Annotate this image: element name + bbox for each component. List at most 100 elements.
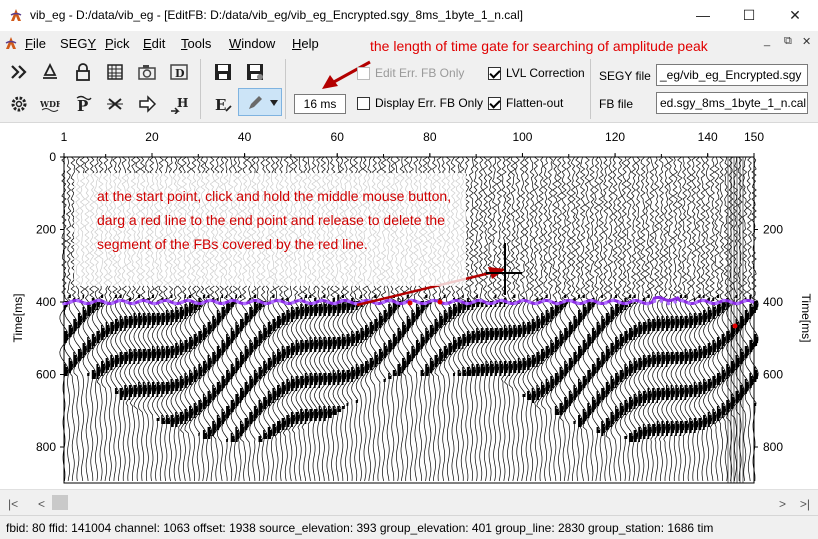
- fb-pick-marker: [666, 301, 671, 306]
- fb-pick-marker: [83, 301, 87, 306]
- fb-pick-marker: [235, 299, 240, 304]
- menu-edit[interactable]: Edit: [143, 36, 165, 51]
- fb-pick-marker: [680, 298, 685, 303]
- gear-icon: [11, 96, 27, 112]
- mdi-minimize-button[interactable]: _: [764, 35, 770, 47]
- minimize-button[interactable]: —: [680, 0, 726, 31]
- fb-pick-marker: [117, 298, 122, 303]
- fb-pick-marker: [492, 300, 497, 305]
- mdi-restore-button[interactable]: ⧉: [784, 35, 792, 48]
- scroll-to-end-button[interactable]: >|: [800, 497, 810, 511]
- maximize-button[interactable]: ☐: [726, 0, 772, 31]
- fb-pick-marker: [187, 298, 191, 303]
- fb-pick-marker: [645, 301, 650, 306]
- lvl-correction-checkbox[interactable]: LVL Correction: [488, 66, 585, 80]
- fb-pick-marker: [520, 298, 525, 303]
- fb-pick-marker: [96, 298, 101, 303]
- y-tick-label-right: 200: [763, 223, 783, 237]
- segy-file-field[interactable]: _eg/vib_eg_Encrypted.sgy: [656, 64, 808, 86]
- fb-pick-marker: [555, 301, 559, 306]
- fb-pick-marker: [381, 300, 386, 304]
- export-tool-button[interactable]: [134, 91, 160, 117]
- menu-file[interactable]: File: [25, 36, 46, 51]
- menu-segy[interactable]: SEGY: [60, 36, 96, 51]
- checkbox-box[interactable]: [357, 96, 370, 110]
- scroll-thumb[interactable]: [52, 495, 68, 510]
- pencil-icon: [249, 96, 262, 109]
- save-button[interactable]: [210, 59, 236, 85]
- checkbox-label: Display Err. FB Only: [375, 96, 484, 110]
- fb-pick-marker: [138, 299, 143, 303]
- pen-tool-button[interactable]: [238, 88, 282, 116]
- menu-help[interactable]: Help: [292, 36, 319, 51]
- svg-text:WDF: WDF: [40, 99, 60, 109]
- fb-pick-marker: [722, 298, 726, 303]
- y-tick-label: 400: [36, 295, 56, 309]
- scroll-to-start-button[interactable]: |<: [8, 497, 18, 511]
- edit-tool-button[interactable]: E: [210, 91, 236, 117]
- y-tick-label: 800: [36, 440, 56, 454]
- checkbox-box[interactable]: [488, 96, 501, 110]
- fb-pick-marker: [562, 299, 566, 304]
- table-tool-button[interactable]: [102, 59, 128, 85]
- settings-tool-button[interactable]: [6, 91, 32, 117]
- y-tick-label-right: 400: [763, 295, 783, 309]
- save-as-button[interactable]: [242, 59, 268, 85]
- fb-file-field[interactable]: ed.sgy_8ms_1byte_1_n.cal: [656, 92, 808, 114]
- fb-pick-marker: [735, 301, 740, 306]
- checkbox-box[interactable]: [357, 66, 370, 80]
- checkbox-box[interactable]: [488, 66, 501, 80]
- lock-tool-button[interactable]: [70, 59, 96, 85]
- pick-arrow-icon: [43, 62, 57, 79]
- window-title: vib_eg - D:/data/vib_eg - [EditFB: D:/da…: [30, 8, 523, 22]
- camera-tool-button[interactable]: [134, 59, 160, 85]
- fb-pick-marker: [590, 298, 594, 303]
- header-tool-button[interactable]: H: [166, 91, 192, 117]
- fb-pick-marker: [291, 300, 296, 305]
- p-tool-button[interactable]: P: [70, 91, 96, 117]
- scroll-left-button[interactable]: <: [38, 497, 45, 511]
- camera-icon: [138, 65, 156, 80]
- menu-pick[interactable]: Pick: [105, 36, 130, 51]
- flatten-out-checkbox[interactable]: Flatten-out: [488, 96, 563, 110]
- menu-tools[interactable]: Tools: [181, 36, 211, 51]
- fb-pick-marker: [708, 300, 712, 305]
- pick-arrow-tool-button[interactable]: [37, 59, 63, 85]
- fb-pick-marker: [694, 300, 698, 305]
- fb-pick-marker: [673, 300, 678, 304]
- fb-pick-marker: [638, 299, 643, 304]
- fast-forward-tool-button[interactable]: [6, 59, 32, 85]
- checkbox-label: Edit Err. FB Only: [375, 66, 465, 80]
- fb-pick-marker: [326, 300, 330, 304]
- fb-pick-marker: [430, 298, 434, 303]
- x-tool-button[interactable]: [102, 91, 128, 117]
- fb-pick-marker: [742, 299, 747, 303]
- fb-pick-marker: [576, 301, 580, 306]
- fb-pick-marker: [513, 301, 518, 305]
- display-err-fb-only-checkbox[interactable]: Display Err. FB Only: [357, 96, 483, 110]
- dropdown-arrow-icon[interactable]: [269, 99, 279, 107]
- edit-err-fb-only-checkbox[interactable]: Edit Err. FB Only: [357, 66, 464, 80]
- fb-pick-marker: [166, 298, 170, 303]
- header-h-icon: H: [171, 96, 188, 114]
- horizontal-scrollbar[interactable]: |< < > >|: [0, 489, 818, 515]
- mdi-close-button[interactable]: ✕: [802, 35, 811, 48]
- fb-pick-marker: [527, 300, 532, 304]
- display-tool-button[interactable]: D: [166, 59, 192, 85]
- fb-pick-marker: [305, 300, 309, 305]
- wdf-tool-button[interactable]: WDF: [37, 91, 63, 117]
- fb-pick-marker: [583, 300, 587, 304]
- segy-file-label: SEGY file: [599, 69, 651, 83]
- fb-pick-marker: [208, 298, 212, 303]
- time-gate-annotation: the length of time gate for searching of…: [370, 38, 708, 54]
- scroll-right-button[interactable]: >: [779, 497, 786, 511]
- lock-icon: [76, 63, 90, 81]
- fast-forward-icon: [11, 65, 27, 79]
- close-button[interactable]: ✕: [772, 0, 818, 31]
- time-gate-input[interactable]: 16 ms: [294, 94, 346, 114]
- app-logo-icon: [10, 9, 22, 21]
- fb-pick-marker: [402, 301, 407, 305]
- fb-pick-marker: [541, 299, 546, 303]
- menu-window[interactable]: Window: [229, 36, 275, 51]
- fb-pick-marker: [340, 299, 344, 303]
